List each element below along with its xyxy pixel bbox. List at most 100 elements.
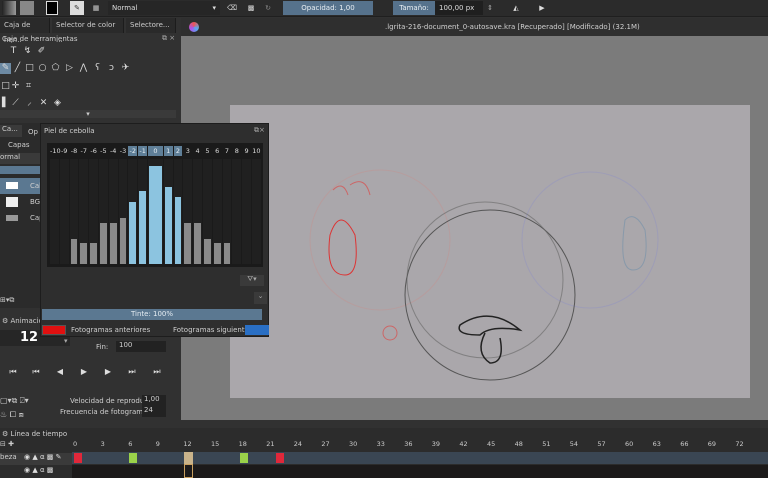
onion-offset-label[interactable]: -1 [138,146,147,156]
add-layer-icon[interactable]: ⊟ ✚ [0,440,14,448]
onion-offset-label[interactable]: -8 [70,146,79,156]
dock-float-close-icons[interactable]: ⧉ × [162,34,175,43]
freehand-path-icon[interactable]: ✐ [36,46,47,57]
speed-input[interactable]: 1,00 [142,395,166,406]
timeline-layer-row[interactable]: beza ◉ ▲ α ▩ ✎ [0,453,72,465]
onion-opacity-bar[interactable] [70,238,78,264]
onion-offset-label[interactable]: 7 [223,146,232,156]
onion-column[interactable] [59,159,69,264]
polyline-tool-icon[interactable]: ▷ [64,63,75,74]
last-frame-icon[interactable]: ⏭ [150,367,164,379]
first-frame-icon[interactable]: ⏮ [6,367,20,379]
brush-settings-icon[interactable]: ▦ [90,1,102,15]
reload-icon[interactable]: ↻ [262,1,274,15]
blend-mode-select[interactable]: Normal ▾ [108,1,220,15]
onion-opacity-bar[interactable] [174,197,182,264]
previous-frames-color[interactable] [42,325,66,335]
fps-input[interactable]: 24 [142,406,166,417]
brush-preset-icon[interactable]: ✎ [70,1,84,15]
tab-color-selector[interactable]: Selector de color ... [52,18,124,44]
next-frames-color[interactable] [245,325,269,335]
playback-options-icons[interactable]: ▢▾⧉ ⍁▾ [0,396,29,406]
onion-offset-label[interactable]: -5 [99,146,108,156]
onion-offset-label[interactable]: -2 [128,146,138,156]
layer-row[interactable]: Cap [0,210,44,226]
onion-column[interactable] [242,159,251,264]
keyframe[interactable] [74,453,82,463]
pattern-swatch[interactable] [20,1,34,15]
chevron-down-icon[interactable]: ⌄ [254,292,267,304]
calligraphy-tool-icon[interactable]: ↯ [22,46,33,57]
onion-opacity-bar[interactable] [149,166,162,264]
onion-column[interactable] [232,159,242,264]
crop-tool-icon[interactable]: ⌗ [23,81,34,92]
onion-offset-label[interactable]: 1 [163,146,173,156]
play-icon[interactable]: ▶ [77,367,91,379]
rectangle-tool-icon[interactable]: □ [24,63,35,74]
text-tool-icon[interactable]: T [8,46,19,57]
layer-blend-select[interactable]: ormal [0,153,40,164]
tab-toolbox[interactable]: Caja de her... [0,18,50,44]
onion-opacity-bar[interactable] [109,222,117,264]
current-frame-cursor[interactable] [184,464,194,478]
onion-opacity-chart[interactable]: -10 -9 -8 -7 -6 -5 -4 -3 -2 -1 0 1 2 3 4 5 6 7 8 9 10 [47,143,263,267]
polygon-tool-icon[interactable]: ⬠ [50,63,61,74]
onion-offset-label[interactable]: -10 [50,146,61,156]
document-tab[interactable]: .lgrita-216-document_0-autosave.kra [Rec… [181,18,768,36]
onion-offset-label[interactable]: -4 [109,146,118,156]
line-tool-icon[interactable]: ╱ [12,63,23,74]
onion-offset-label[interactable]: 5 [203,146,212,156]
layer-row[interactable]: BG [0,194,40,210]
timeline-track[interactable] [72,452,768,464]
fg-bg-color-icon[interactable] [46,1,58,15]
canvas-paper[interactable] [230,105,750,398]
onion-offset-label[interactable]: -9 [60,146,69,156]
onion-opacity-bar[interactable] [90,243,97,264]
timeline-track[interactable] [72,465,768,478]
freehand-path-tool-icon[interactable]: ʕ [92,63,103,74]
onion-opacity-bar[interactable] [119,217,127,264]
onion-offset-label[interactable]: 10 [252,146,261,156]
onion-opacity-bar[interactable] [194,222,201,264]
layer-visibility-lock-icons[interactable]: ◉ ▲ α ▩ ✎ [24,453,62,461]
opacity-slider[interactable]: Opacidad: 1,00 [283,1,373,15]
tab-onion[interactable]: Op [28,128,38,136]
onion-offset-label[interactable]: 0 [148,146,163,156]
layer-row[interactable]: Cal [0,178,41,194]
end-input[interactable]: 100 [116,341,166,352]
bezier-tool-icon[interactable]: ⋀ [78,63,89,74]
mirror-vertical-icon[interactable]: ▶ [535,1,549,15]
keyframe[interactable] [129,453,138,463]
previous-keyframe-icon[interactable]: ⏮ [29,367,43,379]
tint-slider[interactable]: Tinte: 100% [42,309,262,320]
onion-column[interactable] [252,159,261,264]
next-frame-icon[interactable]: ▶ [101,367,115,379]
color-picker-icon[interactable]: ⟋ [10,98,21,109]
chevron-down-icon[interactable]: ▾ [64,337,68,345]
onion-offset-label[interactable]: 8 [232,146,241,156]
toolbox-expand-icon[interactable]: ▾ [0,110,176,118]
onion-opacity-bar[interactable] [223,243,231,264]
keyframe[interactable] [239,453,248,463]
dock-float-close-icons[interactable]: ⧉× [254,126,265,135]
onion-offset-label[interactable]: -6 [89,146,98,156]
next-keyframe-icon[interactable]: ⏭ [125,367,139,379]
onion-offset-label[interactable]: 6 [213,146,222,156]
current-frame-marker[interactable] [184,452,194,464]
multibrush-icon[interactable]: ✈ [120,63,131,74]
move-tool-icon[interactable]: ✛ [10,81,21,92]
size-input[interactable]: 100,00 px [435,1,483,15]
onion-offset-label[interactable]: -7 [79,146,88,156]
smart-patch-icon[interactable]: ⸝ [24,98,35,109]
onion-column[interactable] [50,159,59,264]
onion-opacity-bar[interactable] [129,202,137,264]
assistant-tool-icon[interactable]: ✕ [38,98,49,109]
ellipse-tool-icon[interactable]: ○ [37,63,48,74]
size-spinner[interactable]: ⇕ [486,1,494,15]
onion-offset-label[interactable]: 2 [173,146,183,156]
onion-offset-label[interactable]: 4 [193,146,202,156]
keyframe[interactable] [276,453,285,463]
onion-offset-label[interactable]: 9 [242,146,251,156]
dynamic-brush-icon[interactable]: ↄ [106,63,117,74]
gradient-swatch[interactable] [2,1,16,15]
